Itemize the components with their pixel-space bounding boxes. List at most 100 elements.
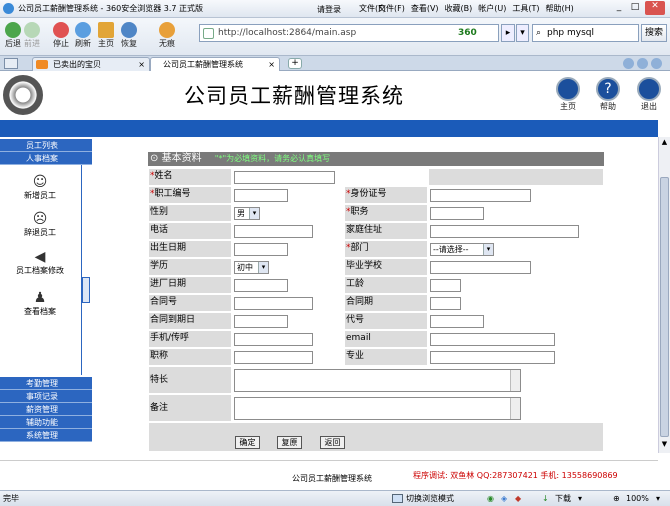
mobile-input[interactable] xyxy=(234,333,313,346)
restore-button[interactable]: 恢复 xyxy=(119,22,139,49)
download-button[interactable]: 下载 xyxy=(555,491,571,506)
switch-mode-button[interactable]: 切换浏览模式 xyxy=(406,491,454,506)
zoom-chevron-icon[interactable]: ▾ xyxy=(656,491,660,506)
maximize-icon[interactable]: □ xyxy=(628,2,642,14)
name-input[interactable] xyxy=(234,171,335,184)
label-contract-no: 合同号 xyxy=(148,294,232,312)
sidebar-item-edit-archive[interactable]: ◀ 员工档案修改 xyxy=(0,249,80,276)
logout-nav-button[interactable]: 退出 xyxy=(636,77,662,112)
sidebar-item-dismiss-employee[interactable]: ☹ 辞退员工 xyxy=(0,211,80,238)
sidebar-item-tools[interactable]: 辅助功能 xyxy=(0,416,92,429)
tab-salary-system[interactable]: 公司员工薪酬管理系统 × xyxy=(150,57,280,71)
years-input[interactable] xyxy=(430,279,461,292)
sidebar-item-salary[interactable]: 薪资管理 xyxy=(0,403,92,416)
id-no-input[interactable] xyxy=(430,189,531,202)
sidebar-item-view-archive[interactable]: ♟ 查看档案 xyxy=(0,290,80,317)
dropdown-arrow-icon[interactable]: ▾ xyxy=(516,24,529,42)
submit-button[interactable]: 确定 xyxy=(235,436,260,449)
label-gender: 性别 xyxy=(148,204,232,222)
go-arrow-icon[interactable]: ▸ xyxy=(501,24,515,42)
label-emp-no: *职工编号 xyxy=(148,186,232,204)
sad-face-icon: ☹ xyxy=(32,211,48,227)
position-input[interactable] xyxy=(430,207,484,220)
sidebar-toggle-icon[interactable] xyxy=(4,58,18,69)
edu-select[interactable]: 初中 ▾ xyxy=(234,261,269,274)
status-bar: 完毕 切换浏览模式 ◉ ◈ ◆ ↓ 下载 ▾ ⊕ 100% ▾ xyxy=(0,490,670,506)
search-button[interactable]: 搜索 xyxy=(641,24,667,42)
textarea-scrollbar[interactable] xyxy=(510,370,520,391)
sidebar-item-records[interactable]: 事项记录 xyxy=(0,390,92,403)
gender-select[interactable]: 男 ▾ xyxy=(234,207,260,220)
label-title: 职称 xyxy=(148,348,232,366)
menu-favorites[interactable]: 收藏(B) xyxy=(445,3,473,14)
sidebar-item-employee-list[interactable]: 员工列表 xyxy=(0,139,92,152)
label-id-no: *身份证号 xyxy=(344,186,428,204)
sidebar-collapse-handle[interactable] xyxy=(82,277,90,303)
help-nav-button[interactable]: ? 帮助 xyxy=(595,77,621,112)
birth-input[interactable] xyxy=(234,243,288,256)
new-tab-icon[interactable]: + xyxy=(288,58,302,69)
speaker-icon: ◀ xyxy=(34,249,46,265)
employee-form: ⊙ 基本资料 "*"为必填资料，请务必认真填写 *姓名 *职工编号 *身份证号 … xyxy=(148,152,604,452)
scroll-up-icon[interactable]: ▲ xyxy=(660,138,669,148)
sidebar-item-attendance[interactable]: 考勤管理 xyxy=(0,377,92,390)
stop-button[interactable]: 停止 xyxy=(51,22,71,49)
back-arrow-icon xyxy=(5,22,21,38)
remark-textarea[interactable] xyxy=(234,397,521,420)
security-icon[interactable]: ◉ xyxy=(487,491,494,506)
minimize-icon[interactable]: _ xyxy=(612,2,626,14)
home-button[interactable]: 主页 xyxy=(96,22,116,49)
phone-input[interactable] xyxy=(234,225,313,238)
status-shield-icon[interactable]: ◆ xyxy=(515,491,521,506)
code-input[interactable] xyxy=(430,315,484,328)
home-nav-button[interactable]: 主页 xyxy=(555,77,581,112)
close-window-icon[interactable]: ✕ xyxy=(645,1,665,15)
contract-no-input[interactable] xyxy=(234,297,313,310)
address-bar[interactable]: http://localhost:2864/main.asp 360 xyxy=(199,24,499,42)
textarea-scrollbar[interactable] xyxy=(510,398,520,419)
sidebar-item-hr-archive[interactable]: 人事档案 xyxy=(0,152,92,165)
address-input[interactable] xyxy=(430,225,579,238)
dept-select[interactable]: --请选择-- ▾ xyxy=(430,243,494,256)
forward-button[interactable]: 前进 xyxy=(22,22,42,49)
tab-scroll-right-icon[interactable] xyxy=(637,58,648,69)
major-input[interactable] xyxy=(430,351,555,364)
school-input[interactable] xyxy=(430,261,531,274)
contract-end-input[interactable] xyxy=(234,315,288,328)
join-date-input[interactable] xyxy=(234,279,288,292)
contract-term-input[interactable] xyxy=(430,297,461,310)
sidebar-item-system[interactable]: 系统管理 xyxy=(0,429,92,442)
tab-list-icon[interactable] xyxy=(651,58,662,69)
menu-file[interactable]: 文件(F) xyxy=(378,3,405,14)
label-join: 进厂日期 xyxy=(148,276,232,294)
form-actions: 确定 复原 返回 xyxy=(148,422,604,452)
menu-view[interactable]: 查看(V) xyxy=(411,3,439,14)
tab-scroll-left-icon[interactable] xyxy=(623,58,634,69)
back-button[interactable]: 后退 xyxy=(2,22,24,49)
tab-sold-items[interactable]: 已卖出的宝贝 × xyxy=(32,57,150,71)
incognito-button[interactable]: 无痕 xyxy=(154,22,180,49)
scroll-down-icon[interactable]: ▼ xyxy=(660,440,669,450)
email-input[interactable] xyxy=(430,333,555,346)
tab-close-icon[interactable]: × xyxy=(138,58,145,71)
reset-button[interactable]: 复原 xyxy=(277,436,302,449)
title-input[interactable] xyxy=(234,351,313,364)
page-scrollbar[interactable]: ▲ ▼ xyxy=(658,137,670,453)
refresh-button[interactable]: 刷新 xyxy=(73,22,93,49)
sidebar-item-add-employee[interactable]: ☺ 新增员工 xyxy=(0,174,80,201)
emp-no-input[interactable] xyxy=(234,189,288,202)
menu-account[interactable]: 帐户(U) xyxy=(478,3,506,14)
window-title: 公司员工薪酬管理系统 - 360安全浏览器 3.7 正式版 xyxy=(18,4,204,13)
menu-tools[interactable]: 工具(T) xyxy=(512,3,539,14)
back-page-button[interactable]: 返回 xyxy=(320,436,345,449)
scroll-thumb[interactable] xyxy=(660,177,669,437)
skill-textarea[interactable] xyxy=(234,369,521,392)
chevron-down-icon[interactable]: ▾ xyxy=(578,491,582,506)
login-link[interactable]: 请登录 xyxy=(317,4,341,15)
download-manager-icon[interactable]: ◈ xyxy=(501,491,507,506)
brand-badge[interactable]: 360 xyxy=(458,25,477,41)
zoom-level[interactable]: 100% xyxy=(626,491,649,506)
tab-close-icon[interactable]: × xyxy=(268,58,275,71)
search-input[interactable]: ⌕ php mysql xyxy=(532,24,639,42)
menu-help[interactable]: 帮助(H) xyxy=(546,3,574,14)
